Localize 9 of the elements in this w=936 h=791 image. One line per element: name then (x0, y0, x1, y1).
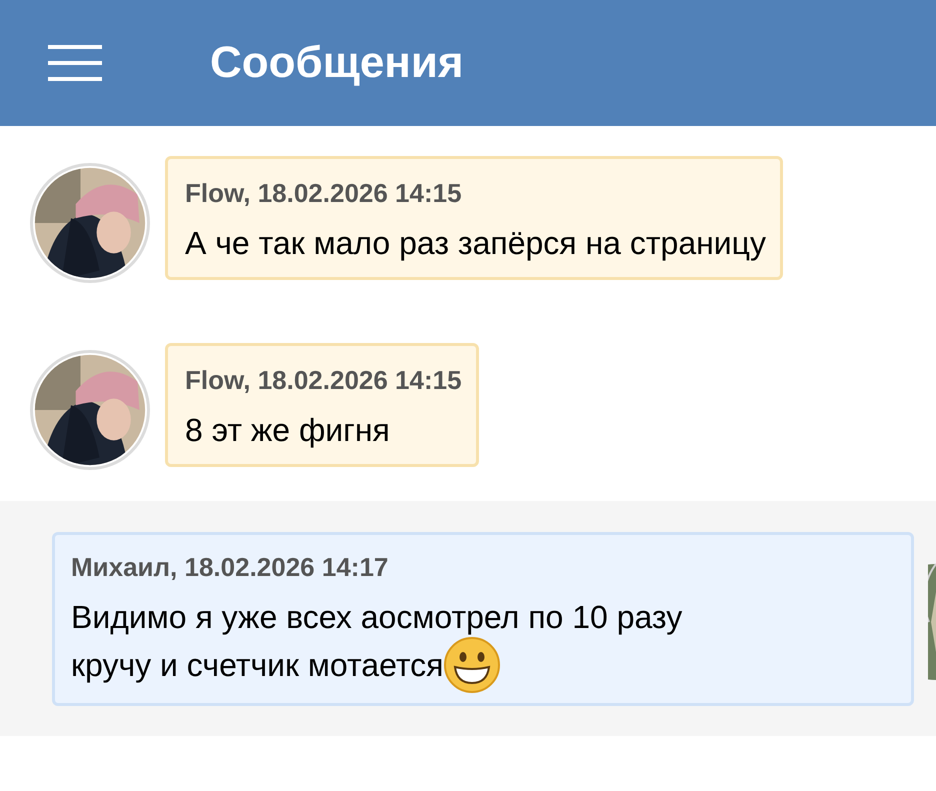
menu-icon[interactable] (48, 45, 102, 81)
message-text: кручу и счетчик мотается (71, 646, 444, 685)
message-text: А че так мало раз запёрся на страницу (185, 224, 766, 263)
page-title: Сообщения (210, 37, 464, 89)
author-date: Flow, 18.02.2026 14:15 (185, 364, 462, 396)
author-date: Михаил, 18.02.2026 14:17 (71, 551, 390, 583)
message-text: Видимо я уже всех аосмотрел по 10 разу (71, 598, 682, 637)
author-date: Flow, 18.02.2026 14:15 (185, 177, 463, 209)
message-text: 8 эт же фигня (185, 411, 390, 450)
